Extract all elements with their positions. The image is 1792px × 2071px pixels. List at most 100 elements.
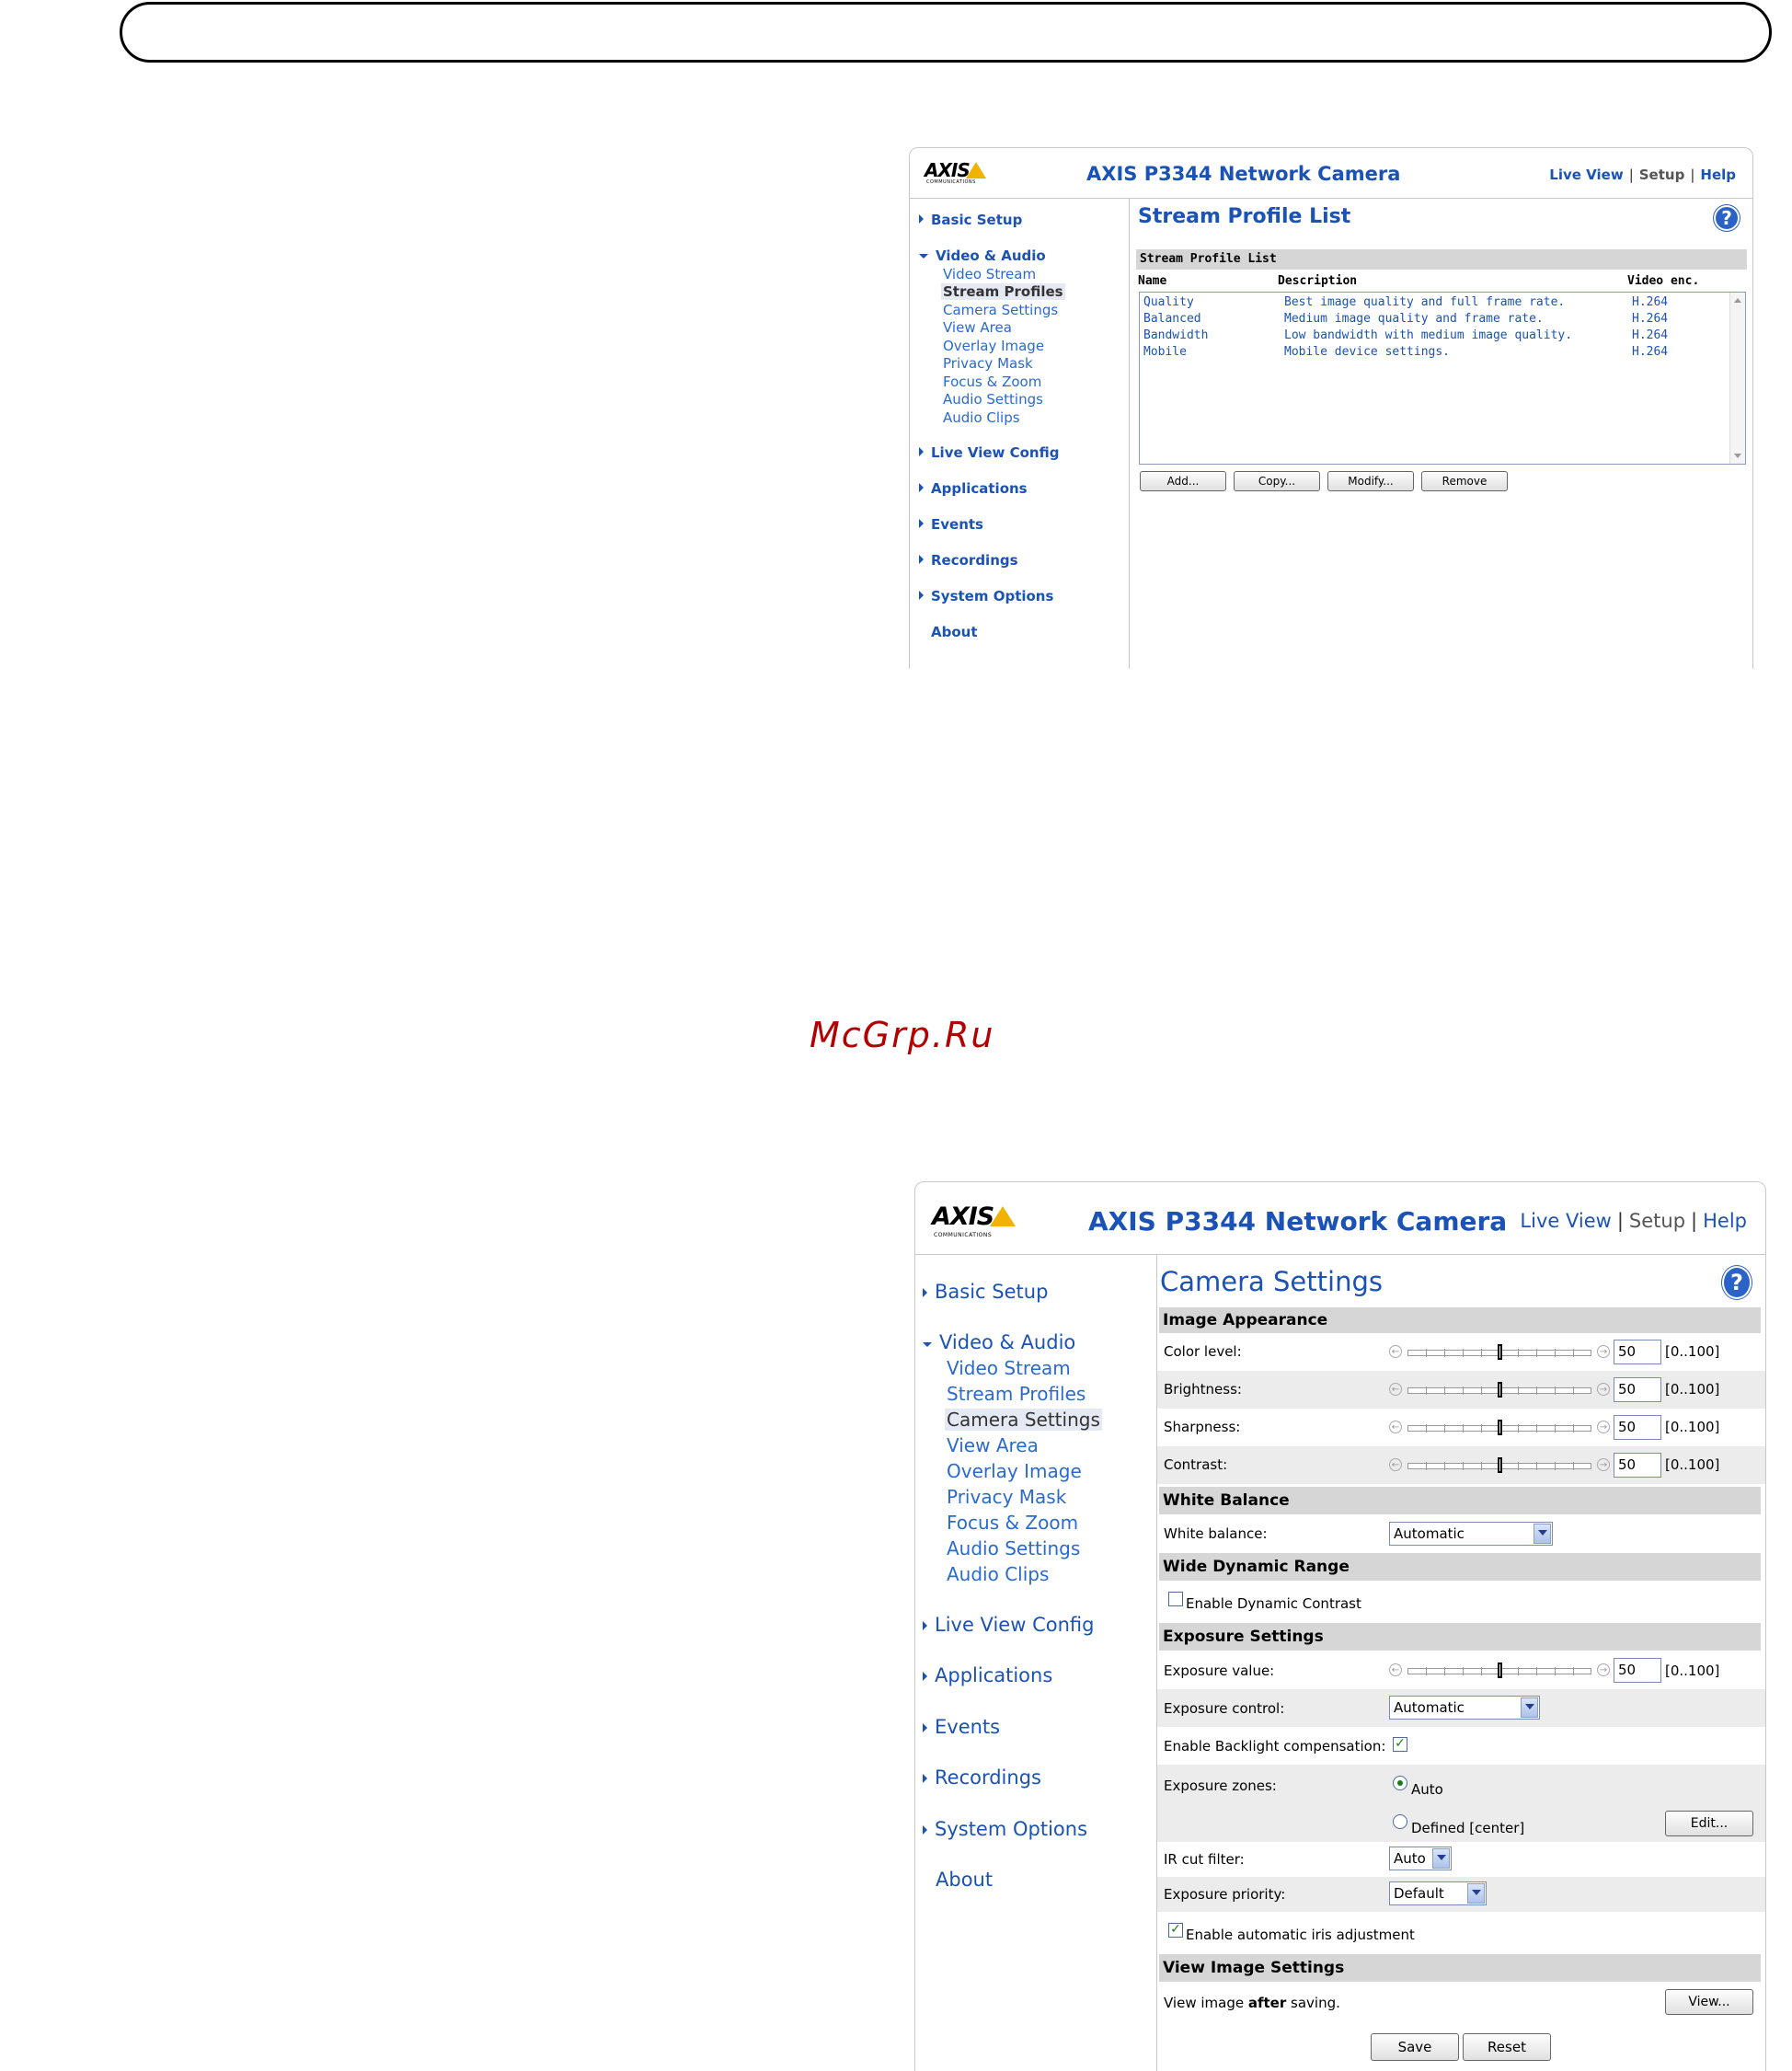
slider-knob[interactable]	[1498, 1382, 1502, 1398]
sidebar-subitem-audio-settings[interactable]: Audio Settings	[943, 391, 1043, 408]
ir-cut-filter-select[interactable]: Auto	[1389, 1847, 1452, 1870]
arrow-right-icon	[923, 1774, 927, 1783]
sidebar-item-system-options[interactable]: System Options	[919, 588, 1053, 604]
view-button[interactable]: View...	[1665, 1989, 1753, 2015]
arrow-right-icon[interactable]: →	[1597, 1421, 1610, 1433]
list-item[interactable]: Balanced	[1143, 312, 1201, 326]
arrow-right-icon[interactable]: →	[1597, 1458, 1610, 1471]
sidebar-subitem-video-stream[interactable]: Video Stream	[947, 1357, 1071, 1379]
sidebar-item-applications[interactable]: Applications	[923, 1664, 1052, 1686]
sidebar-item-recordings[interactable]: Recordings	[923, 1766, 1041, 1789]
help-icon[interactable]: ?	[1714, 205, 1740, 231]
sidebar-subitem-overlay-image[interactable]: Overlay Image	[943, 338, 1044, 354]
sidebar-subitem-audio-clips[interactable]: Audio Clips	[947, 1563, 1049, 1585]
list-item[interactable]: Quality	[1143, 295, 1194, 309]
color-level-input[interactable]: 50	[1614, 1340, 1661, 1364]
sidebar-item-basic-setup[interactable]: Basic Setup	[923, 1281, 1048, 1303]
sidebar-item-live-view-config[interactable]: Live View Config	[919, 444, 1059, 461]
sidebar-subitem-camera-settings[interactable]: Camera Settings	[945, 1409, 1102, 1431]
help-icon[interactable]: ?	[1722, 1266, 1752, 1299]
dynamic-contrast-checkbox[interactable]	[1168, 1592, 1183, 1606]
setup-link[interactable]: Setup	[1639, 167, 1685, 183]
slider-knob[interactable]	[1498, 1344, 1502, 1360]
sidebar-item-applications[interactable]: Applications	[919, 480, 1028, 497]
contrast-input[interactable]: 50	[1614, 1453, 1661, 1478]
sidebar-subitem-stream-profiles[interactable]: Stream Profiles	[947, 1383, 1086, 1405]
save-button[interactable]: Save	[1371, 2033, 1459, 2061]
exposure-control-select[interactable]: Automatic	[1389, 1696, 1540, 1720]
add-button[interactable]: Add...	[1140, 471, 1226, 491]
list-scrollbar[interactable]	[1729, 293, 1745, 464]
sidebar-item-events[interactable]: Events	[923, 1716, 1000, 1738]
sidebar-item-video-audio[interactable]: Video & Audio	[919, 247, 1046, 264]
arrow-left-icon[interactable]: ←	[1389, 1421, 1402, 1433]
zone-auto-radio[interactable]	[1393, 1776, 1407, 1790]
setup-link[interactable]: Setup	[1629, 1210, 1685, 1232]
arrow-left-icon[interactable]: ←	[1389, 1345, 1402, 1358]
arrow-right-icon[interactable]: →	[1597, 1663, 1610, 1676]
sharpness-slider[interactable]: ← →	[1389, 1419, 1610, 1435]
sidebar-item-recordings[interactable]: Recordings	[919, 552, 1018, 569]
backlight-checkbox[interactable]: ✓	[1393, 1737, 1407, 1752]
help-link[interactable]: Help	[1700, 167, 1736, 183]
sidebar-subitem-video-stream[interactable]: Video Stream	[943, 266, 1036, 282]
stream-profile-list[interactable]: Quality Best image quality and full fram…	[1139, 292, 1746, 465]
iris-checkbox[interactable]: ✓	[1168, 1923, 1183, 1938]
chevron-down-icon[interactable]	[1432, 1848, 1450, 1869]
live-view-link[interactable]: Live View	[1520, 1210, 1611, 1232]
slider-tick	[1555, 1667, 1556, 1675]
sidebar-subitem-view-area[interactable]: View Area	[947, 1434, 1039, 1456]
sidebar-item-events[interactable]: Events	[919, 516, 983, 533]
slider-tick	[1444, 1386, 1445, 1395]
color-level-slider[interactable]: ← →	[1389, 1343, 1610, 1360]
sidebar-subitem-focus-zoom[interactable]: Focus & Zoom	[947, 1512, 1078, 1534]
arrow-left-icon[interactable]: ←	[1389, 1663, 1402, 1676]
arrow-left-icon[interactable]: ←	[1389, 1458, 1402, 1471]
copy-button[interactable]: Copy...	[1234, 471, 1320, 491]
slider-knob[interactable]	[1498, 1663, 1502, 1678]
remove-button[interactable]: Remove	[1421, 471, 1508, 491]
zone-defined-radio[interactable]	[1393, 1814, 1407, 1829]
sidebar-subitem-audio-clips[interactable]: Audio Clips	[943, 409, 1020, 426]
exposure-priority-label: Exposure priority:	[1164, 1886, 1286, 1903]
sharpness-input[interactable]: 50	[1614, 1415, 1661, 1440]
sidebar-subitem-audio-settings[interactable]: Audio Settings	[947, 1537, 1080, 1559]
slider-knob[interactable]	[1498, 1457, 1502, 1473]
list-item-enc: H.264	[1632, 328, 1669, 342]
list-item[interactable]: Bandwidth	[1143, 328, 1208, 342]
sidebar-item-video-audio[interactable]: Video & Audio	[923, 1331, 1075, 1353]
sidebar-item-about[interactable]: About	[936, 1869, 993, 1891]
exposure-value-slider[interactable]: ← →	[1389, 1662, 1610, 1678]
slider-knob[interactable]	[1498, 1420, 1502, 1435]
sidebar-item-system-options[interactable]: System Options	[923, 1818, 1087, 1840]
help-link[interactable]: Help	[1703, 1210, 1747, 1232]
chevron-down-icon[interactable]	[1467, 1883, 1485, 1904]
live-view-link[interactable]: Live View	[1549, 167, 1623, 183]
sidebar-subitem-privacy-mask[interactable]: Privacy Mask	[943, 355, 1033, 372]
brightness-input[interactable]: 50	[1614, 1377, 1661, 1402]
arrow-left-icon[interactable]: ←	[1389, 1383, 1402, 1396]
brightness-slider[interactable]: ← →	[1389, 1381, 1610, 1398]
arrow-right-icon[interactable]: →	[1597, 1345, 1610, 1358]
sidebar-subitem-camera-settings[interactable]: Camera Settings	[943, 302, 1058, 318]
list-item[interactable]: Mobile	[1143, 345, 1187, 359]
sidebar-subitem-stream-profiles[interactable]: Stream Profiles	[941, 283, 1065, 300]
sidebar-item-live-view-config[interactable]: Live View Config	[923, 1614, 1094, 1636]
sidebar-subitem-focus-zoom[interactable]: Focus & Zoom	[943, 374, 1041, 390]
slider-tick	[1536, 1424, 1537, 1432]
chevron-down-icon[interactable]	[1521, 1697, 1538, 1718]
reset-button[interactable]: Reset	[1463, 2033, 1551, 2061]
arrow-right-icon[interactable]: →	[1597, 1383, 1610, 1396]
sidebar-subitem-overlay-image[interactable]: Overlay Image	[947, 1460, 1082, 1482]
modify-button[interactable]: Modify...	[1327, 471, 1414, 491]
sidebar-subitem-privacy-mask[interactable]: Privacy Mask	[947, 1486, 1066, 1508]
edit-button[interactable]: Edit...	[1665, 1811, 1753, 1836]
sidebar-subitem-view-area[interactable]: View Area	[943, 319, 1012, 336]
sidebar-item-basic-setup[interactable]: Basic Setup	[919, 212, 1022, 228]
sidebar-item-about[interactable]: About	[931, 624, 978, 640]
chevron-down-icon[interactable]	[1534, 1524, 1551, 1544]
exposure-value-input[interactable]: 50	[1614, 1658, 1661, 1683]
contrast-slider[interactable]: ← →	[1389, 1456, 1610, 1473]
exposure-priority-select[interactable]: Default	[1389, 1881, 1487, 1905]
white-balance-select[interactable]: Automatic	[1389, 1522, 1553, 1546]
